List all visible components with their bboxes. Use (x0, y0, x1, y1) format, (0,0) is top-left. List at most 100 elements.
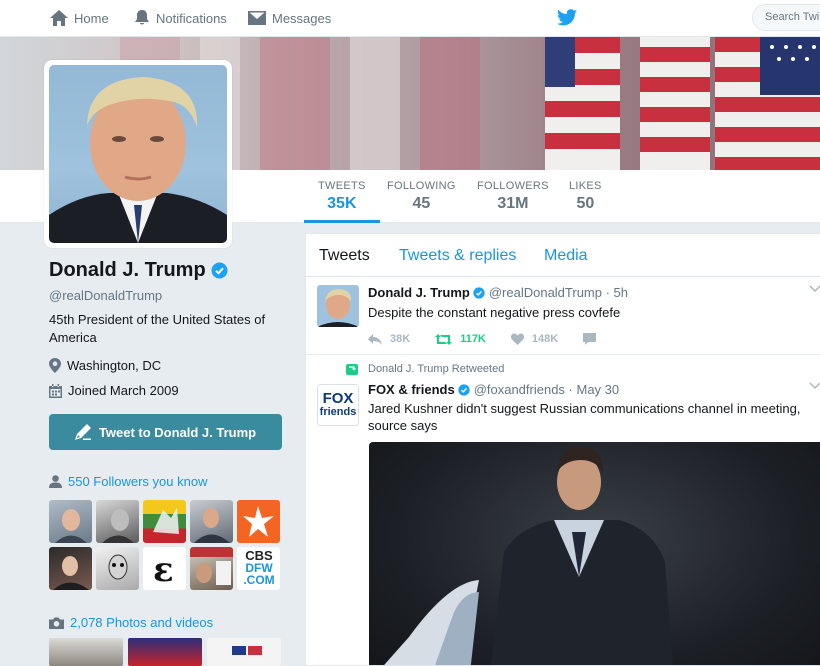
verified-icon (458, 383, 470, 396)
photo-thumbnail[interactable] (128, 638, 202, 666)
verified-icon (473, 286, 485, 299)
tweet-media-image[interactable] (369, 442, 820, 665)
dm-action[interactable] (583, 333, 604, 345)
reply-count: 38K (390, 333, 411, 345)
profile-name-text: Donald J. Trump (49, 259, 206, 281)
tweet-header: Donald J. Trump @realDonaldTrump · 5h (368, 285, 628, 300)
followers-you-know-link[interactable]: 550 Followers you know (49, 474, 207, 489)
tweet-header: FOX & friends @foxandfriends · May 30 (368, 382, 619, 397)
follower-avatar[interactable] (96, 500, 139, 543)
nav-messages-label: Messages (272, 10, 332, 26)
twitter-bird-icon[interactable] (557, 9, 577, 26)
stat-following-label: FOLLOWING (387, 180, 456, 192)
followers-you-know-label: 550 Followers you know (68, 474, 208, 489)
stat-tweets-label: TWEETS (318, 180, 366, 192)
retweet-context-text[interactable]: Donald J. Trump Retweeted (368, 363, 504, 375)
cbs-dfw-logo: CBS DFW .COM (239, 549, 279, 587)
photos-videos-label: 2,078 Photos and videos (70, 615, 214, 630)
reply-icon (368, 333, 382, 345)
profile-name: Donald J. Trump (49, 259, 228, 282)
tweet-author-handle[interactable]: @foxandfriends · May 30 (474, 382, 619, 397)
tab-tweets-replies[interactable]: Tweets & replies (399, 247, 516, 265)
tweet-author-name[interactable]: Donald J. Trump (368, 285, 470, 300)
calendar-icon (49, 383, 62, 398)
fox-friends-avatar[interactable]: FOX friends (317, 384, 359, 426)
home-icon (50, 10, 68, 26)
like-count: 148K (531, 333, 559, 345)
photos-videos-link[interactable]: 2,078 Photos and videos (49, 615, 213, 630)
profile-location: Washington, DC (49, 358, 161, 373)
tweet-item[interactable]: Donald J. Trump @realDonaldTrump · 5h De… (306, 277, 820, 355)
stat-likes-value: 50 (576, 195, 595, 212)
avatar-photo (49, 65, 227, 243)
nav-home-label: Home (74, 10, 109, 26)
follower-avatar[interactable] (143, 500, 186, 543)
tweet-item[interactable]: Donald J. Trump Retweeted FOX friends FO… (306, 356, 820, 665)
tweet-to-button[interactable]: Tweet to Donald J. Trump (49, 414, 282, 450)
profile-location-text: Washington, DC (67, 358, 162, 373)
tweet-to-label: Tweet to Donald J. Trump (98, 424, 257, 440)
cbs-logo-line3: .COM (243, 573, 275, 587)
follower-avatar[interactable] (49, 547, 92, 590)
esquire-logo: ε (153, 550, 174, 590)
fox-logo-line1: FOX (322, 390, 354, 407)
photo-thumbnail[interactable] (49, 638, 123, 666)
profile-avatar[interactable] (44, 60, 232, 248)
stat-followers[interactable]: FOLLOWERS 31M (477, 180, 549, 213)
profile-handle[interactable]: @realDonaldTrump (49, 288, 162, 303)
follower-avatar[interactable] (96, 547, 139, 590)
profile-joined-text: Joined March 2009 (68, 383, 179, 398)
stat-followers-value: 31M (497, 195, 529, 212)
camera-icon (49, 617, 64, 629)
photo-thumbnail[interactable] (207, 638, 281, 666)
stat-likes-label: LIKES (569, 180, 602, 192)
follower-avatar[interactable] (190, 500, 233, 543)
follower-avatar[interactable]: CBS DFW .COM (237, 547, 280, 590)
reply-action[interactable]: 38K (368, 333, 410, 345)
tweet-author-handle[interactable]: @realDonaldTrump · 5h (489, 285, 628, 300)
stat-tweets-value: 35K (327, 195, 357, 212)
direct-message-icon (583, 333, 597, 345)
retweet-icon (435, 333, 453, 345)
stat-following-value: 45 (412, 195, 431, 212)
tweet-author-avatar[interactable] (317, 285, 359, 327)
tweet-author-name[interactable]: FOX & friends (368, 382, 455, 397)
tweet-actions: 38K 117K 148K (368, 333, 629, 345)
nav-messages[interactable]: Messages (248, 8, 331, 28)
bell-icon (135, 10, 149, 25)
tab-tweets[interactable]: Tweets (319, 247, 370, 265)
follower-avatar[interactable] (190, 547, 233, 590)
nav-home[interactable]: Home (50, 8, 109, 28)
heart-icon (510, 333, 524, 345)
stat-likes[interactable]: LIKES 50 (569, 180, 602, 213)
follower-avatar[interactable]: ε (143, 547, 186, 590)
retweet-action[interactable]: 117K (435, 333, 486, 345)
search-input[interactable]: Search Twi (752, 4, 820, 31)
photos-row (49, 638, 281, 666)
compose-icon (74, 424, 91, 440)
top-nav: Home Notifications Messages Search Twi (0, 0, 820, 37)
profile-joined: Joined March 2009 (49, 383, 179, 398)
stat-tweets[interactable]: TWEETS 35K (304, 180, 380, 223)
retweet-context: Donald J. Trump Retweeted (346, 363, 504, 375)
stat-followers-label: FOLLOWERS (477, 180, 549, 192)
tab-media[interactable]: Media (544, 247, 588, 265)
nav-notifications[interactable]: Notifications (134, 8, 227, 28)
follower-avatar[interactable] (237, 500, 280, 543)
timeline: Tweets Tweets & replies Media Donald J. … (305, 233, 820, 666)
chevron-down-icon[interactable] (809, 285, 820, 293)
retweet-count: 117K (460, 333, 486, 345)
chevron-down-icon[interactable] (809, 382, 820, 390)
fox-logo-line2: friends (319, 406, 357, 418)
retweet-icon (346, 363, 358, 375)
profile-bio: 45th President of the United States of A… (49, 312, 266, 345)
follower-avatar[interactable] (49, 500, 92, 543)
nav-notifications-label: Notifications (156, 10, 227, 26)
like-action[interactable]: 148K (510, 333, 559, 345)
person-icon (49, 475, 62, 488)
timeline-tabs: Tweets Tweets & replies Media (306, 234, 820, 277)
envelope-icon (248, 11, 266, 25)
location-pin-icon (49, 358, 61, 373)
stat-following[interactable]: FOLLOWING 45 (387, 180, 456, 213)
tweet-text: Despite the constant negative press covf… (368, 305, 621, 320)
